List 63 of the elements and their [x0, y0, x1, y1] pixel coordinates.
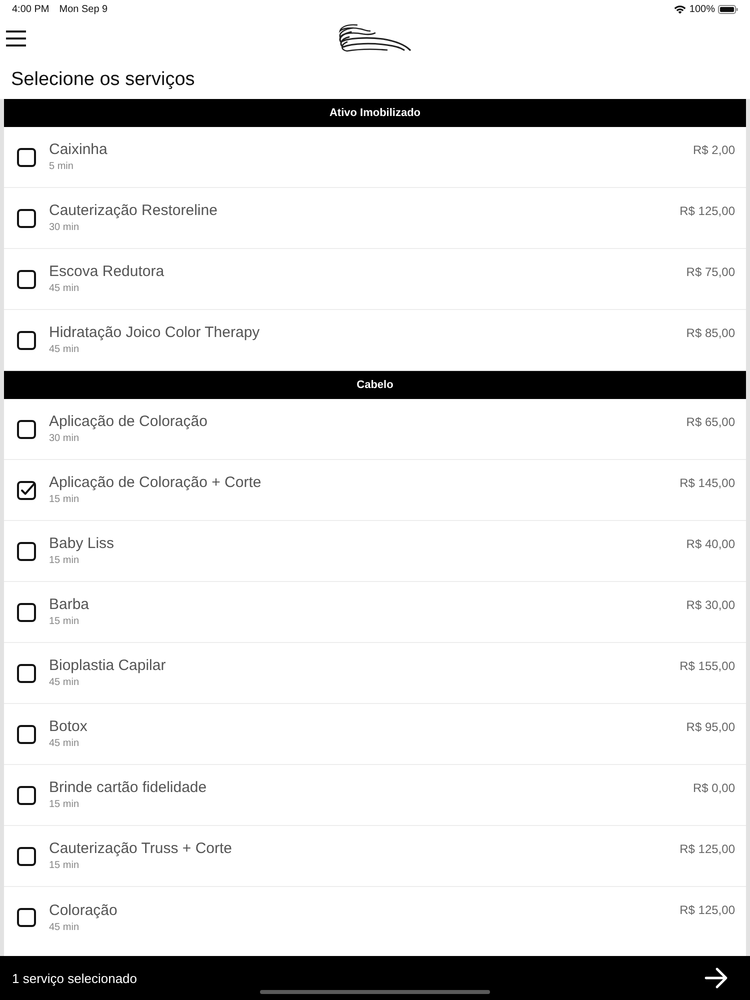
service-duration: 45 min [49, 737, 80, 750]
section-header: Cabelo [4, 371, 746, 399]
service-name: Coloração [49, 902, 118, 920]
service-price: R$ 145,00 [680, 476, 735, 490]
service-duration: 5 min [49, 160, 74, 173]
service-duration: 45 min [49, 920, 80, 934]
service-name: Caixinha [49, 141, 108, 159]
service-price: R$ 85,00 [686, 326, 735, 340]
checked-checkbox[interactable] [17, 480, 36, 500]
status-date: Mon Sep 9 [59, 4, 108, 14]
service-duration: 15 min [49, 554, 80, 567]
page-title: Selecione os serviços [11, 68, 195, 90]
service-duration: 30 min [49, 221, 80, 234]
service-duration: 15 min [49, 615, 80, 628]
service-price: R$ 65,00 [686, 415, 735, 429]
service-duration: 15 min [49, 859, 80, 872]
menu-button[interactable] [6, 30, 26, 47]
service-name: Botox [49, 718, 88, 736]
service-price: R$ 125,00 [680, 842, 735, 856]
service-duration: 45 min [49, 343, 80, 356]
status-time: 4:00 PM [12, 4, 50, 14]
service-name: Hidratação Joico Color Therapy [49, 324, 260, 342]
service-price: R$ 2,00 [692, 143, 735, 157]
battery-percent: 100% [689, 4, 715, 14]
service-name: Baby Liss [49, 535, 114, 553]
checkbox[interactable] [17, 846, 36, 866]
service-price: R$ 95,00 [686, 720, 735, 734]
checkbox[interactable] [17, 148, 36, 166]
service-price: R$ 0,00 [692, 781, 735, 795]
service-price: R$ 125,00 [680, 903, 735, 917]
service-price: R$ 30,00 [686, 598, 735, 612]
checkbox[interactable] [17, 208, 36, 228]
service-name: Cauterização Truss + Corte [49, 840, 232, 858]
checkbox[interactable] [17, 542, 36, 560]
service-price: R$ 75,00 [686, 265, 735, 279]
next-arrow-button[interactable] [704, 967, 728, 989]
service-name: Barba [49, 596, 90, 614]
service-name: Brinde cartão fidelidade [49, 779, 207, 797]
section-header: Ativo Imobilizado [4, 99, 746, 127]
service-price: R$ 155,00 [680, 659, 735, 673]
service-duration: 15 min [49, 798, 80, 811]
service-duration: 15 min [49, 493, 80, 506]
service-name: Aplicação de Coloração + Corte [49, 474, 262, 492]
checkbox[interactable] [17, 330, 36, 350]
service-price: R$ 125,00 [680, 204, 735, 218]
selection-summary: 1 serviço selecionado [12, 970, 138, 986]
service-duration: 45 min [49, 676, 80, 689]
wifi-icon [674, 4, 686, 14]
checkbox[interactable] [17, 602, 36, 622]
battery-icon [718, 4, 738, 14]
checkbox[interactable] [17, 420, 36, 438]
checkbox[interactable] [17, 664, 36, 682]
service-name: Escova Redutora [49, 263, 164, 281]
checkbox[interactable] [17, 786, 36, 804]
service-name: Aplicação de Coloração [49, 413, 208, 431]
checkbox[interactable] [17, 270, 36, 288]
service-name: Bioplastia Capilar [49, 657, 166, 675]
service-duration: 45 min [49, 282, 80, 295]
service-duration: 30 min [49, 432, 80, 445]
checkbox[interactable] [17, 724, 36, 744]
service-name: Cauterização Restoreline [49, 202, 218, 220]
service-price: R$ 40,00 [686, 537, 735, 551]
checkbox[interactable] [17, 908, 36, 927]
